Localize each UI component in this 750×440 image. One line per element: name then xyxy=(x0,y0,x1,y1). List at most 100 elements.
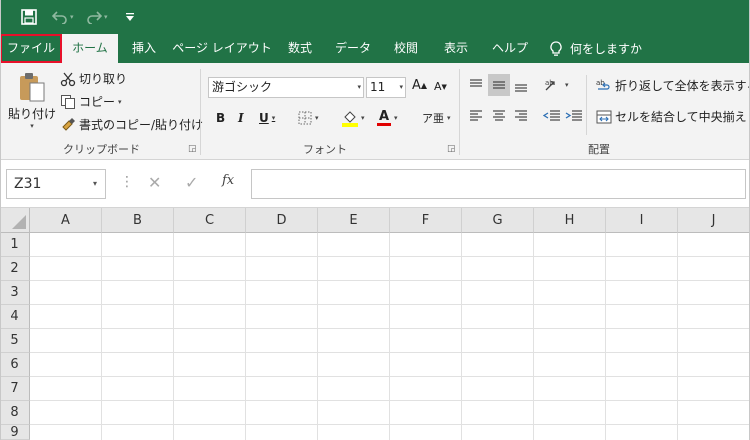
column-header[interactable]: C xyxy=(174,208,246,233)
borders-dropdown-icon[interactable]: ▾ xyxy=(315,114,319,122)
row-header[interactable]: 9 xyxy=(0,425,30,440)
underline-button[interactable]: U ▾ xyxy=(259,108,275,128)
redo-button[interactable]: ▾ xyxy=(86,7,112,27)
paste-dropdown-icon[interactable]: ▾ xyxy=(30,122,34,130)
italic-button[interactable]: I xyxy=(238,108,244,128)
align-center-button[interactable] xyxy=(491,109,507,123)
phonetic-dropdown-icon[interactable]: ▾ xyxy=(447,114,451,122)
copy-dropdown-icon[interactable]: ▾ xyxy=(118,98,122,106)
fill-color-button[interactable]: ▾ xyxy=(342,108,365,128)
tab-review[interactable]: 校閲 xyxy=(384,34,428,63)
borders-button[interactable]: ▾ xyxy=(298,108,319,128)
insert-function-icon[interactable]: fx xyxy=(222,173,234,188)
align-right-button[interactable] xyxy=(513,109,529,123)
column-header[interactable]: J xyxy=(678,208,750,233)
merge-center-icon xyxy=(596,110,612,123)
underline-dropdown-icon[interactable]: ▾ xyxy=(272,114,276,122)
row-header[interactable]: 3 xyxy=(0,281,30,305)
wrap-text-button[interactable]: ab 折り返して全体を表示する xyxy=(596,77,750,94)
lightbulb-icon xyxy=(550,40,562,56)
format-painter-label: 書式のコピー/貼り付け xyxy=(79,118,204,132)
format-painter-button[interactable]: 書式のコピー/貼り付け xyxy=(60,116,203,133)
tab-file[interactable]: ファイル xyxy=(0,34,62,63)
name-box-dropdown-icon[interactable]: ▾ xyxy=(93,170,97,198)
formula-input[interactable] xyxy=(251,169,746,199)
phonetic-button[interactable]: ア亜 ▾ xyxy=(422,108,451,128)
align-left-button[interactable] xyxy=(468,109,484,123)
fill-color-dropdown-icon[interactable]: ▾ xyxy=(361,114,365,122)
formula-bar-grip-icon[interactable]: ⋮ xyxy=(120,174,134,190)
tab-insert[interactable]: 挿入 xyxy=(122,34,166,63)
align-left-icon xyxy=(470,110,482,121)
row-header[interactable]: 7 xyxy=(0,377,30,401)
font-name-select[interactable]: 游ゴシック ▾ xyxy=(208,77,364,98)
row-header[interactable]: 8 xyxy=(0,401,30,425)
column-header[interactable]: I xyxy=(606,208,678,233)
merge-center-label: セルを結合して中央揃え xyxy=(615,110,747,124)
alignment-group-label: 配置 xyxy=(588,143,610,156)
tab-home[interactable]: ホーム xyxy=(62,34,118,63)
font-launcher-icon[interactable]: ◲ xyxy=(447,144,456,154)
orientation-dropdown-icon[interactable]: ▾ xyxy=(565,81,569,89)
tell-me-search[interactable]: 何をしますか xyxy=(550,34,642,63)
column-header[interactable]: G xyxy=(462,208,534,233)
cell-area[interactable] xyxy=(30,233,750,440)
select-all-button[interactable] xyxy=(0,208,30,233)
column-header[interactable]: A xyxy=(30,208,102,233)
row-header[interactable]: 5 xyxy=(0,329,30,353)
tab-page-layout[interactable]: ページ レイアウト xyxy=(172,34,272,63)
quick-access-toolbar: ▾ ▾ xyxy=(0,0,750,34)
customize-qat-button[interactable] xyxy=(126,7,136,27)
column-header[interactable]: E xyxy=(318,208,390,233)
align-middle-icon xyxy=(493,81,505,89)
undo-button[interactable]: ▾ xyxy=(52,7,78,27)
row-header[interactable]: 2 xyxy=(0,257,30,281)
row-header[interactable]: 1 xyxy=(0,233,30,257)
cut-button[interactable]: 切り取り xyxy=(60,70,127,87)
name-box[interactable]: Z31 ▾ xyxy=(6,169,106,199)
tab-view[interactable]: 表示 xyxy=(434,34,478,63)
copy-icon xyxy=(61,94,75,109)
align-bottom-button[interactable] xyxy=(513,77,529,93)
save-button[interactable] xyxy=(21,7,39,27)
worksheet-grid: A B C D E F G H I J 1 2 3 4 5 6 7 8 9 xyxy=(0,208,750,440)
grow-font-button[interactable]: A ▲ xyxy=(412,78,427,93)
cut-label: 切り取り xyxy=(79,72,128,86)
column-header[interactable]: D xyxy=(246,208,318,233)
row-header[interactable]: 6 xyxy=(0,353,30,377)
column-header[interactable]: F xyxy=(390,208,462,233)
row-header[interactable]: 4 xyxy=(0,305,30,329)
tab-formulas[interactable]: 数式 xyxy=(278,34,322,63)
tab-help[interactable]: ヘルプ xyxy=(484,34,536,63)
font-color-dropdown-icon[interactable]: ▾ xyxy=(394,114,398,122)
align-middle-button[interactable] xyxy=(488,74,510,96)
orientation-icon: ab xyxy=(545,79,555,91)
font-name-value: 游ゴシック xyxy=(212,80,273,94)
decrease-indent-button[interactable] xyxy=(543,109,561,123)
cancel-icon[interactable]: ✕ xyxy=(148,173,161,192)
format-painter-icon xyxy=(62,117,75,131)
enter-icon[interactable]: ✓ xyxy=(185,173,198,192)
redo-dropdown-icon[interactable]: ▾ xyxy=(104,13,108,21)
shrink-font-button[interactable]: A ▼ xyxy=(434,80,447,93)
merge-center-button[interactable]: セルを結合して中央揃え ▾ xyxy=(596,108,750,125)
bold-icon: B xyxy=(216,111,226,125)
orientation-button[interactable]: ab ▾ xyxy=(544,77,569,93)
undo-icon xyxy=(52,11,67,24)
undo-dropdown-icon[interactable]: ▾ xyxy=(70,13,74,21)
font-size-select[interactable]: 11 ▾ xyxy=(366,77,406,98)
ribbon-tabs: ファイル ホーム 挿入 ページ レイアウト 数式 データ 校閲 表示 ヘルプ 何… xyxy=(0,34,750,63)
align-top-button[interactable] xyxy=(468,77,484,93)
paste-button[interactable]: 貼り付け ▾ xyxy=(8,71,56,130)
wrap-text-icon: ab xyxy=(596,79,610,90)
increase-indent-button[interactable] xyxy=(565,109,583,123)
clipboard-launcher-icon[interactable]: ◲ xyxy=(188,144,197,154)
font-color-button[interactable]: A ▾ xyxy=(377,108,398,128)
copy-button[interactable]: コピー ▾ xyxy=(60,93,122,110)
column-header[interactable]: H xyxy=(534,208,606,233)
excel-window: ▾ ▾ ファイル ホーム 挿入 ページ レイアウト 数式 データ 校閲 表示 ヘ… xyxy=(0,0,750,440)
phonetic-icon: ア亜 xyxy=(422,112,444,125)
column-header[interactable]: B xyxy=(102,208,174,233)
tab-data[interactable]: データ xyxy=(328,34,378,63)
bold-button[interactable]: B xyxy=(216,108,225,128)
